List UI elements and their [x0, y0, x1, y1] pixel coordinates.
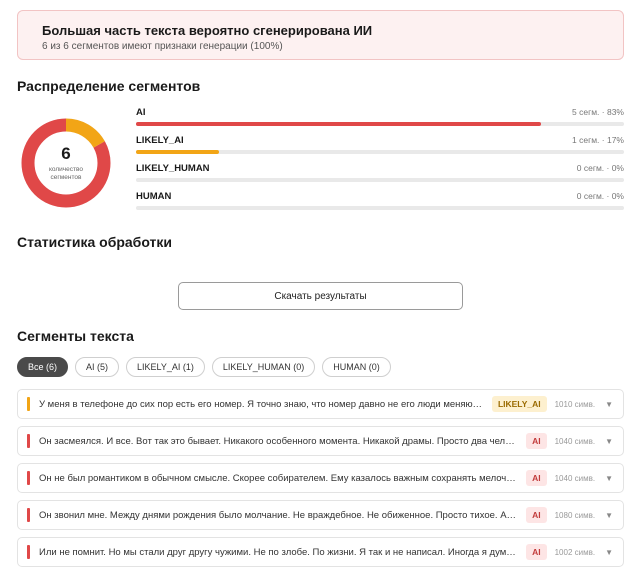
- distribution-row: AI 5 сегм. · 83%: [136, 106, 624, 126]
- segments-heading: Сегменты текста: [17, 328, 134, 344]
- chevron-down-icon[interactable]: ▼: [605, 437, 613, 446]
- donut-total: 6: [61, 143, 71, 163]
- distribution-label: AI: [136, 106, 146, 118]
- distribution-count: 0 сегм. · 0%: [576, 163, 624, 173]
- chevron-down-icon[interactable]: ▼: [605, 474, 613, 483]
- distribution-label: HUMAN: [136, 190, 172, 202]
- stats-heading: Статистика обработки: [17, 234, 173, 250]
- segment-badge: AI: [526, 507, 547, 523]
- distribution-row: LIKELY_AI 1 сегм. · 17%: [136, 134, 624, 154]
- chevron-down-icon[interactable]: ▼: [605, 548, 613, 557]
- segment-marker: [27, 471, 30, 485]
- distribution-count: 5 сегм. · 83%: [572, 107, 624, 117]
- filter-chip[interactable]: LIKELY_AI (1): [126, 357, 205, 377]
- distribution-track: [136, 150, 624, 154]
- distribution-track: [136, 178, 624, 182]
- segment-marker: [27, 508, 30, 522]
- segment-text: Он не был романтиком в обычном смысле. С…: [39, 472, 519, 484]
- segment-marker: [27, 397, 30, 411]
- verdict-title: Большая часть текста вероятно сгенериров…: [42, 23, 373, 38]
- distribution-fill: [136, 122, 542, 126]
- segment-row[interactable]: Он засмеялся. И все. Вот так это бывает.…: [17, 426, 624, 456]
- segment-filters: Все (6) AI (5) LIKELY_AI (1) LIKELY_HUMAN (…: [17, 357, 391, 377]
- segment-badge: AI: [526, 470, 547, 486]
- segment-marker: [27, 434, 30, 448]
- verdict-subtitle: 6 из 6 сегментов имеют признаки генераци…: [42, 41, 283, 52]
- segment-row[interactable]: Или не помнит. Но мы стали друг другу чу…: [17, 537, 624, 567]
- segment-badge: AI: [526, 433, 547, 449]
- segment-row[interactable]: Он не был романтиком в обычном смысле. С…: [17, 463, 624, 493]
- segment-text: Он засмеялся. И все. Вот так это бывает.…: [39, 435, 519, 447]
- distribution-track: [136, 206, 624, 210]
- segment-marker: [27, 545, 30, 559]
- donut-center: 6 количество сегментов: [20, 117, 112, 209]
- donut-caption: количество сегментов: [48, 165, 84, 181]
- filter-chip[interactable]: AI (5): [75, 357, 120, 377]
- distribution-count: 1 сегм. · 17%: [572, 135, 624, 145]
- distribution-row: HUMAN 0 сегм. · 0%: [136, 190, 624, 210]
- segment-length: 1040 симв.: [554, 473, 596, 483]
- filter-chip[interactable]: HUMAN (0): [322, 357, 391, 377]
- distribution-heading: Распределение сегментов: [17, 78, 201, 94]
- distribution-count: 0 сегм. · 0%: [576, 191, 624, 201]
- distribution-label: LIKELY_AI: [136, 134, 184, 146]
- distribution-label: LIKELY_HUMAN: [136, 162, 210, 174]
- segment-row[interactable]: У меня в телефоне до сих пор есть его но…: [17, 389, 624, 419]
- segment-length: 1080 симв.: [554, 510, 596, 520]
- segment-badge: AI: [526, 544, 547, 560]
- chevron-down-icon[interactable]: ▼: [605, 400, 613, 409]
- segment-text: Он звонил мне. Между днями рождения было…: [39, 509, 519, 521]
- segment-badge: LIKELY_AI: [491, 396, 547, 412]
- download-results-button[interactable]: Скачать результаты: [178, 282, 463, 310]
- segment-length: 1010 симв.: [554, 399, 596, 409]
- distribution-track: [136, 122, 624, 126]
- segment-text: Или не помнит. Но мы стали друг другу чу…: [39, 546, 519, 558]
- segment-length: 1040 симв.: [554, 436, 596, 446]
- filter-chip[interactable]: LIKELY_HUMAN (0): [211, 357, 316, 377]
- segment-text: У меня в телефоне до сих пор есть его но…: [39, 398, 484, 410]
- segment-row[interactable]: Он звонил мне. Между днями рождения было…: [17, 500, 624, 530]
- distribution-row: LIKELY_HUMAN 0 сегм. · 0%: [136, 162, 624, 182]
- verdict-banner: Большая часть текста вероятно сгенериров…: [17, 10, 624, 60]
- segment-length: 1002 симв.: [554, 547, 596, 557]
- chevron-down-icon[interactable]: ▼: [605, 511, 613, 520]
- filter-chip[interactable]: Все (6): [17, 357, 69, 377]
- distribution-fill: [136, 150, 219, 154]
